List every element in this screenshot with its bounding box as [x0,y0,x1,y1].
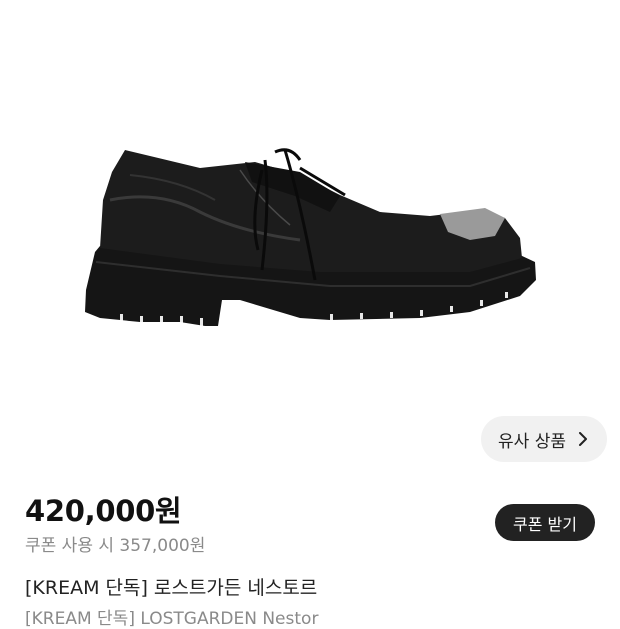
product-image [0,0,620,410]
product-title: [KREAM 단독] 로스트가든 네스토르 [25,577,318,599]
similar-products-button[interactable]: 유사 상품 [481,416,607,462]
product-subtitle: [KREAM 단독] LOSTGARDEN Nestor [25,609,319,629]
similar-products-label: 유사 상품 [498,431,566,452]
chevron-right-icon [576,432,590,446]
coupon-price: 쿠폰 사용 시 357,000원 [25,536,206,556]
product-price: 420,000원 [25,494,182,528]
shoe-illustration [85,148,536,326]
get-coupon-button[interactable]: 쿠폰 받기 [495,504,595,541]
